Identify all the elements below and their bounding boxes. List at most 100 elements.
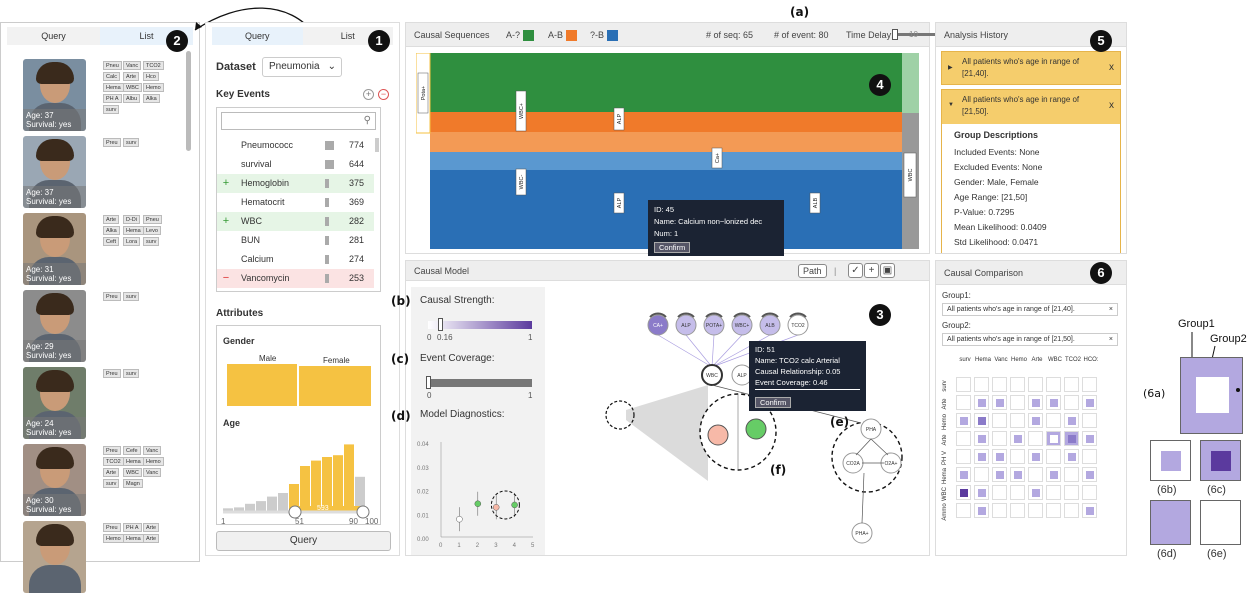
causal-graph[interactable]: CA+ ALP POTA+ WBC+ ALB TCO2 WBC ALP PHA CO2A O2A+ P… bbox=[546, 283, 926, 555]
band-lightblue[interactable] bbox=[430, 152, 902, 170]
matrix-cell[interactable] bbox=[992, 431, 1007, 446]
caret-right-icon[interactable]: ▶ bbox=[948, 64, 953, 71]
add-event-icon[interactable]: + bbox=[363, 89, 374, 100]
matrix-cell[interactable] bbox=[1046, 485, 1061, 500]
matrix-cell[interactable] bbox=[974, 467, 989, 482]
tab-query[interactable]: Query bbox=[7, 27, 100, 45]
close-icon[interactable]: x bbox=[1109, 100, 1114, 111]
matrix-cell[interactable] bbox=[956, 467, 971, 482]
matrix-cell[interactable] bbox=[1010, 431, 1025, 446]
matrix-cell[interactable] bbox=[992, 449, 1007, 464]
caret-down-icon[interactable]: ▼ bbox=[948, 102, 954, 108]
matrix-cell[interactable] bbox=[1010, 395, 1025, 410]
matrix-cell[interactable] bbox=[1028, 449, 1043, 464]
matrix-cell[interactable] bbox=[1082, 449, 1097, 464]
matrix-cell[interactable] bbox=[992, 377, 1007, 392]
patient-card[interactable]: Age: 37 Survival: yes Preu surv bbox=[23, 136, 163, 208]
tab-query[interactable]: Query bbox=[212, 27, 303, 45]
group1-select[interactable]: All patients who's age in range of [21,4… bbox=[942, 303, 1118, 316]
matrix-cell[interactable] bbox=[992, 395, 1007, 410]
history-item-expanded[interactable]: ▼ All patients who's age in range of [21… bbox=[941, 89, 1121, 253]
matrix-cell[interactable] bbox=[956, 431, 971, 446]
age-bar[interactable] bbox=[300, 466, 310, 511]
matrix-cell[interactable] bbox=[992, 503, 1007, 518]
remove-event-icon[interactable]: − bbox=[378, 89, 389, 100]
male-bar[interactable] bbox=[227, 364, 297, 406]
matrix-cell[interactable] bbox=[1064, 431, 1079, 446]
matrix-cell[interactable] bbox=[1028, 377, 1043, 392]
matrix-cell[interactable] bbox=[974, 503, 989, 518]
matrix-cell[interactable] bbox=[1028, 485, 1043, 500]
female-bar[interactable] bbox=[299, 366, 371, 406]
matrix-cell[interactable] bbox=[974, 431, 989, 446]
matrix-cell[interactable] bbox=[956, 413, 971, 428]
matrix-cell[interactable] bbox=[1046, 413, 1061, 428]
matrix-cell[interactable] bbox=[956, 485, 971, 500]
matrix-cell[interactable] bbox=[1046, 431, 1061, 446]
matrix-cell[interactable] bbox=[1082, 467, 1097, 482]
matrix-cell[interactable] bbox=[1046, 377, 1061, 392]
key-event-row[interactable]: + Hemoglobin 375 bbox=[217, 174, 374, 193]
matrix-cell[interactable] bbox=[1028, 413, 1043, 428]
age-bar[interactable] bbox=[278, 493, 288, 511]
matrix-cell[interactable] bbox=[1028, 503, 1043, 518]
age-bar[interactable] bbox=[267, 496, 277, 511]
matrix-cell[interactable] bbox=[1082, 377, 1097, 392]
matrix-cell[interactable] bbox=[1010, 485, 1025, 500]
group2-select[interactable]: All patients who's age in range of [21,5… bbox=[942, 333, 1118, 346]
matrix-cell[interactable] bbox=[974, 413, 989, 428]
age-histogram[interactable]: 593 1 51 90 100 bbox=[217, 426, 382, 526]
key-event-row[interactable]: Hematocrit 369 bbox=[217, 193, 374, 212]
age-bar[interactable] bbox=[234, 507, 244, 511]
matrix-cell[interactable] bbox=[992, 413, 1007, 428]
diag-point[interactable] bbox=[456, 515, 463, 523]
confirm-button[interactable]: Confirm bbox=[755, 397, 792, 408]
patient-card[interactable]: Age: 24 Survival: yes Preu surv bbox=[23, 367, 163, 439]
add-icon[interactable]: + bbox=[864, 263, 879, 278]
diag-point[interactable] bbox=[492, 504, 500, 511]
confirm-button[interactable]: Confirm bbox=[654, 242, 691, 253]
key-event-row[interactable]: Calcium 274 bbox=[217, 250, 374, 269]
key-event-row[interactable]: BUN 281 bbox=[217, 231, 374, 250]
path-button[interactable]: Path bbox=[798, 264, 827, 278]
matrix-cell[interactable] bbox=[992, 485, 1007, 500]
key-event-row[interactable]: Pneumococc 774 bbox=[217, 136, 374, 155]
slider-handle[interactable] bbox=[892, 29, 898, 40]
matrix-cell[interactable] bbox=[1010, 503, 1025, 518]
matrix-cell[interactable] bbox=[1010, 413, 1025, 428]
matrix-cell[interactable] bbox=[1064, 503, 1079, 518]
matrix-cell[interactable] bbox=[1064, 395, 1079, 410]
history-item[interactable]: ▶ All patients who's age in range of [21… bbox=[941, 51, 1121, 85]
age-bar[interactable] bbox=[322, 457, 332, 511]
query-button[interactable]: Query bbox=[216, 531, 391, 551]
band-orange-light[interactable] bbox=[430, 132, 902, 152]
matrix-cell[interactable] bbox=[974, 395, 989, 410]
key-event-row[interactable]: survival 644 bbox=[217, 155, 374, 174]
patient-card[interactable]: Age: 37 Survival: yes Pneu Vanc TCO2 Calc Arte… bbox=[23, 59, 164, 131]
close-icon[interactable]: × bbox=[1109, 304, 1113, 315]
scrollbar[interactable] bbox=[186, 51, 191, 151]
matrix-cell[interactable] bbox=[956, 377, 971, 392]
band-orange[interactable] bbox=[430, 112, 902, 132]
matrix-cell[interactable] bbox=[1046, 467, 1061, 482]
matrix-cell[interactable] bbox=[1064, 413, 1079, 428]
age-bar[interactable] bbox=[311, 460, 321, 511]
check-icon[interactable]: ✓ bbox=[848, 263, 863, 278]
slider-handle[interactable] bbox=[426, 376, 431, 389]
matrix-cell[interactable] bbox=[1082, 431, 1097, 446]
matrix-cell[interactable] bbox=[1082, 413, 1097, 428]
matrix-cell[interactable] bbox=[1046, 449, 1061, 464]
matrix-cell[interactable] bbox=[956, 449, 971, 464]
diagnostics-chart[interactable]: 0.04 0.03 0.02 0.01 0.00 0 1 2 3 4 5 bbox=[411, 427, 545, 555]
save-icon[interactable]: ▣ bbox=[880, 263, 895, 278]
strength-slider[interactable] bbox=[428, 321, 532, 329]
key-event-row[interactable]: + WBC 282 bbox=[217, 212, 374, 231]
close-icon[interactable]: × bbox=[1109, 334, 1113, 345]
age-bar[interactable] bbox=[256, 501, 266, 511]
matrix-cell[interactable] bbox=[1064, 467, 1079, 482]
matrix-cell[interactable] bbox=[1082, 503, 1097, 518]
patient-card[interactable]: Age: 30 Survival: yes Preu Cefe Vanc TCO2 Hema… bbox=[23, 444, 164, 516]
matrix-cell[interactable] bbox=[974, 485, 989, 500]
scrollbar[interactable] bbox=[375, 138, 379, 152]
close-icon[interactable]: x bbox=[1109, 62, 1114, 73]
